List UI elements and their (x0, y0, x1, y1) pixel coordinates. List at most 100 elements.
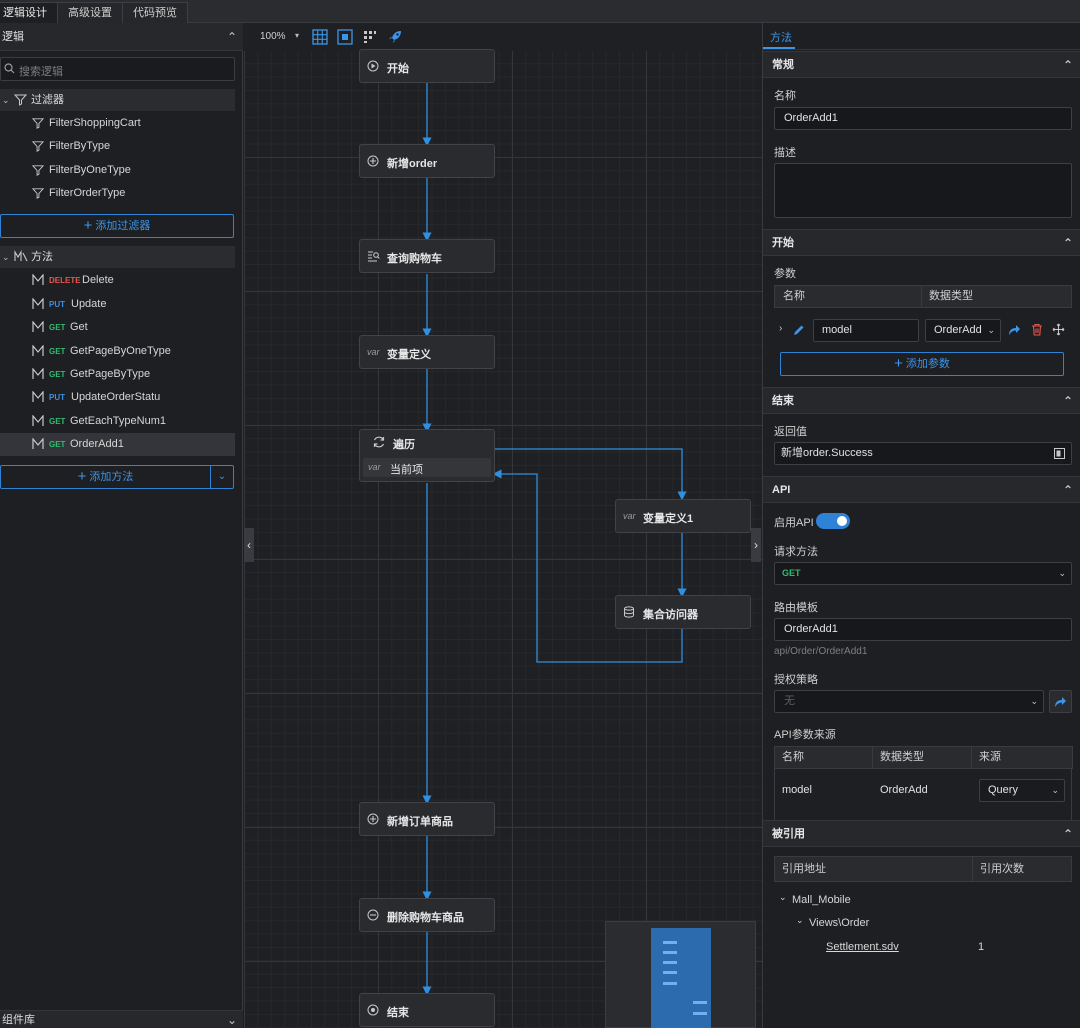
method-item[interactable]: GET GetPageByType (0, 363, 235, 386)
edit-icon[interactable] (792, 324, 805, 337)
section-references-header[interactable]: 被引用 ⌃ (763, 820, 1080, 847)
add-filter-button[interactable]: + 添加过滤器 (0, 214, 234, 238)
request-method-select[interactable]: GET ⌄ (774, 562, 1072, 585)
route-template-input[interactable]: OrderAdd1 (774, 618, 1072, 641)
plus-icon: + (83, 217, 93, 234)
plus-circle-icon (367, 813, 379, 825)
chevron-up-icon[interactable]: ⌃ (1063, 230, 1073, 256)
search-input[interactable]: 搜索逻辑 (0, 57, 235, 81)
route-template-label: 路由模板 (774, 602, 818, 614)
section-start-header[interactable]: 开始 ⌃ (763, 229, 1080, 256)
logic-canvas[interactable]: 100% ▾ 开始 新增order 查询购物车 var 变量定义 遍历 var … (244, 23, 762, 1028)
collapse-right-panel-handle[interactable]: › (751, 528, 761, 562)
name-input[interactable]: OrderAdd1 (774, 107, 1072, 130)
move-icon[interactable] (1052, 323, 1065, 336)
node-query-cart[interactable]: 查询购物车 (359, 239, 495, 273)
add-method-dropdown[interactable]: ⌄ (210, 465, 234, 489)
logic-panel-header[interactable]: 逻辑 ⌃ (0, 23, 243, 51)
method-icon (32, 298, 44, 309)
auth-policy-label: 授权策略 (774, 674, 818, 686)
add-param-button[interactable]: + 添加参数 (780, 352, 1064, 376)
chevron-down-icon[interactable]: ⌄ (2, 89, 10, 111)
collapse-left-panel-handle[interactable]: ‹ (244, 528, 254, 562)
chevron-right-icon[interactable]: › (779, 323, 782, 334)
auth-policy-goto-button[interactable] (1049, 690, 1072, 713)
ref-tree-leaf-link[interactable]: Settlement.sdv (826, 941, 899, 953)
chevron-up-icon[interactable]: ⌃ (1063, 477, 1073, 503)
filter-item[interactable]: FilterShoppingCart (0, 112, 235, 135)
description-textarea[interactable] (774, 163, 1072, 218)
tab-logic-design[interactable]: 逻辑设计 (0, 2, 58, 23)
method-item[interactable]: PUT Update (0, 293, 235, 316)
method-item[interactable]: GET GetPageByOneType (0, 340, 235, 363)
minimap[interactable] (605, 921, 756, 1028)
database-icon (624, 606, 634, 618)
filter-icon (14, 94, 27, 106)
method-icon (32, 415, 44, 426)
method-icon (32, 274, 44, 285)
play-icon (367, 60, 379, 72)
node-variable-definition[interactable]: var 变量定义 (359, 335, 495, 369)
return-value-input[interactable]: 新增order.Success (774, 442, 1072, 465)
filter-item[interactable]: FilterByOneType (0, 159, 235, 182)
source-col-type: 数据类型 (872, 746, 972, 769)
chevron-up-icon[interactable]: ⌃ (227, 23, 237, 51)
node-loop[interactable]: 遍历 var 当前项 (359, 429, 495, 482)
minus-circle-icon (367, 909, 379, 921)
component-library-header[interactable]: 组件库 ⌄ (0, 1010, 243, 1028)
source-col-name: 名称 (774, 746, 873, 769)
method-item[interactable]: PUT UpdateOrderStatu (0, 386, 235, 409)
chevron-down-icon[interactable]: ⌄ (796, 915, 804, 926)
method-item[interactable]: GET GetEachTypeNum1 (0, 410, 235, 433)
section-general-header[interactable]: 常规 ⌃ (763, 51, 1080, 78)
section-api-header[interactable]: API ⌃ (763, 476, 1080, 503)
node-delete-cart-item[interactable]: 删除购物车商品 (359, 898, 495, 932)
chevron-up-icon[interactable]: ⌃ (1063, 388, 1073, 414)
tab-method[interactable]: 方法 (770, 29, 792, 45)
methods-group[interactable]: ⌄ 方法 (0, 246, 235, 268)
param-type-select[interactable]: OrderAdd ⌄ (925, 319, 1001, 342)
tab-code-preview[interactable]: 代码预览 (122, 2, 188, 23)
section-end-header[interactable]: 结束 ⌃ (763, 387, 1080, 414)
goto-icon[interactable] (1008, 324, 1021, 336)
node-variable-definition-1[interactable]: var 变量定义1 (615, 499, 751, 533)
ref-tree-child[interactable]: Views\Order (809, 917, 869, 929)
minimap-node (663, 971, 677, 974)
filters-group[interactable]: ⌄ 过滤器 (0, 89, 235, 111)
add-method-button[interactable]: + 添加方法 (0, 465, 211, 489)
chevron-down-icon[interactable]: ⌄ (2, 246, 10, 268)
node-collection-accessor[interactable]: 集合访问器 (615, 595, 751, 629)
node-end[interactable]: 结束 (359, 993, 495, 1027)
filter-item[interactable]: FilterOrderType (0, 182, 235, 205)
loop-current-item[interactable]: var 当前项 (363, 458, 491, 477)
source-row-source-select[interactable]: Query ⌄ (979, 779, 1065, 802)
chevron-down-icon: ⌄ (1051, 785, 1059, 795)
method-item[interactable]: DELETE Delete (0, 269, 235, 292)
node-add-order-item[interactable]: 新增订单商品 (359, 802, 495, 836)
chevron-down-icon[interactable]: ⌄ (227, 1011, 237, 1028)
filter-item[interactable]: FilterByType (0, 135, 235, 158)
filter-icon (32, 118, 44, 129)
query-icon (368, 251, 380, 262)
goto-icon (1055, 697, 1066, 707)
active-tab-indicator (763, 47, 795, 49)
source-row-type: OrderAdd (880, 784, 928, 796)
chevron-down-icon[interactable]: ⌄ (779, 892, 787, 903)
method-item[interactable]: GET Get (0, 316, 235, 339)
param-name-input[interactable]: model (813, 319, 919, 342)
auth-policy-select[interactable]: 无 ⌄ (774, 690, 1044, 713)
node-add-order[interactable]: 新增order (359, 144, 495, 178)
delete-icon[interactable] (1031, 323, 1043, 336)
variable-icon: var (623, 511, 636, 521)
method-item-selected[interactable]: GET OrderAdd1 (0, 433, 235, 456)
chevron-up-icon[interactable]: ⌃ (1063, 821, 1073, 847)
chevron-up-icon[interactable]: ⌃ (1063, 52, 1073, 78)
method-icon (32, 391, 44, 402)
expression-editor-icon[interactable] (1054, 448, 1065, 459)
node-start[interactable]: 开始 (359, 49, 495, 83)
params-label: 参数 (774, 268, 796, 280)
chevron-left-icon: ‹ (247, 538, 251, 552)
enable-api-toggle[interactable] (816, 513, 850, 529)
tab-advanced-settings[interactable]: 高级设置 (57, 2, 123, 23)
ref-tree-root[interactable]: Mall_Mobile (792, 894, 851, 906)
